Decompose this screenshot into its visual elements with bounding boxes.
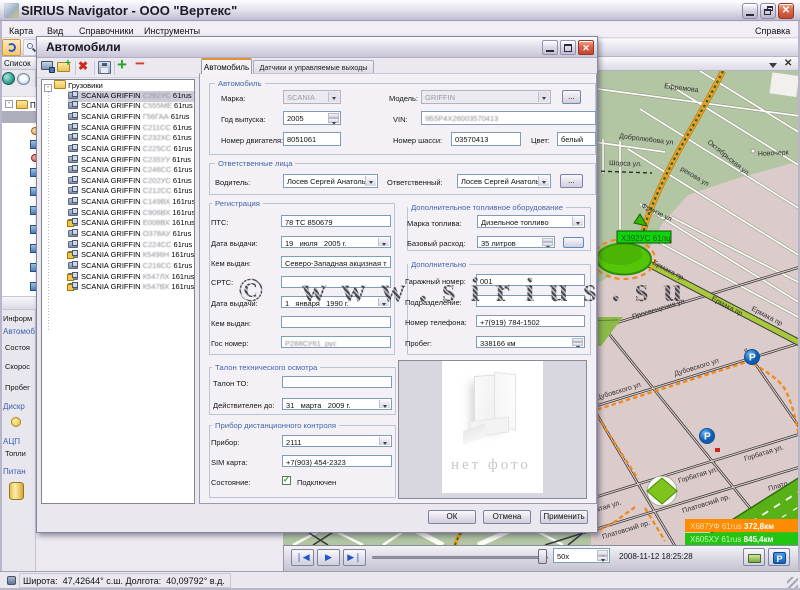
- svg-text:P: P: [704, 432, 711, 443]
- svg-text:Х605ХУ 61rus 845,4км: Х605ХУ 61rus 845,4км: [690, 535, 774, 544]
- svg-text:Х687УФ 61rus 372,8км: Х687УФ 61rus 372,8км: [690, 522, 774, 531]
- svg-text:Х392УС 61пц: Х392УС 61пц: [621, 234, 671, 243]
- svg-text:Шорса ул.: Шорса ул.: [609, 160, 642, 168]
- svg-text:P: P: [749, 353, 756, 364]
